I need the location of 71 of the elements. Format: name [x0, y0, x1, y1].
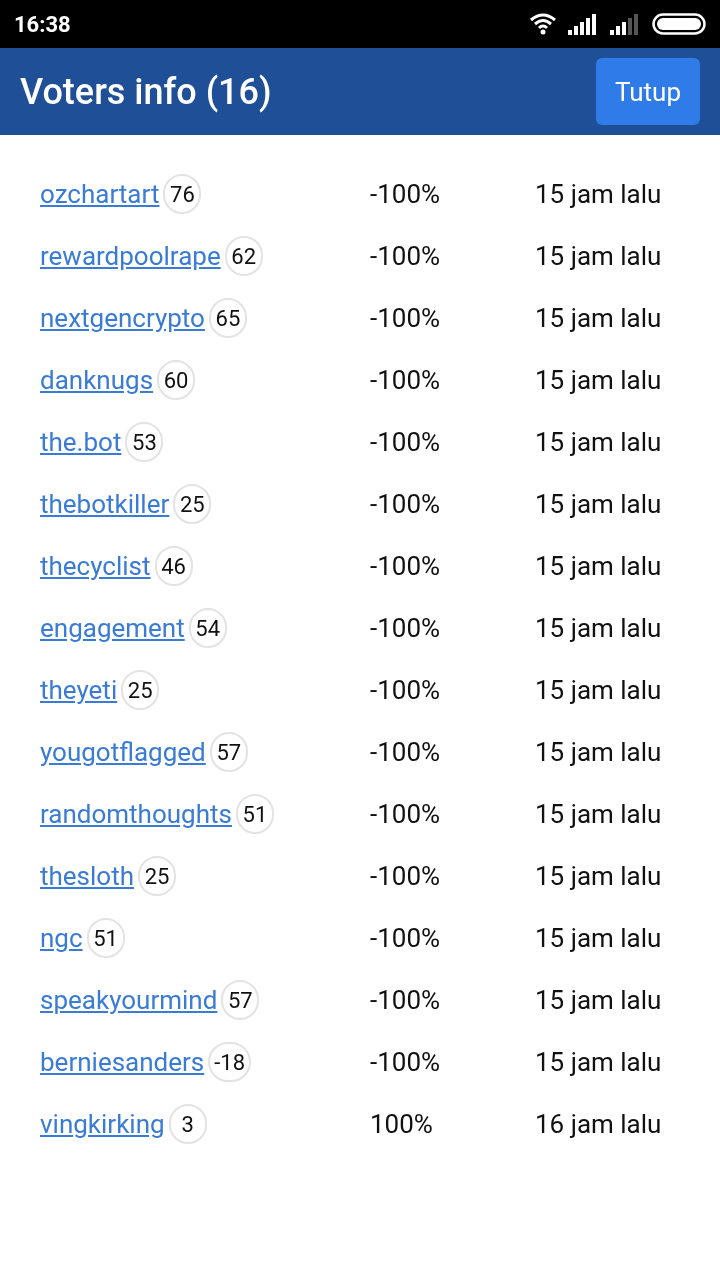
vote-percent: -100%	[370, 1047, 442, 1077]
vote-time: 15 jam lalu	[535, 365, 662, 395]
reputation-badge: 57	[221, 980, 260, 1020]
vote-percent: -100%	[370, 489, 442, 519]
reputation-badge: 3	[168, 1104, 207, 1144]
wifi-icon	[530, 13, 556, 35]
vote-percent: -100%	[370, 613, 442, 643]
vote-time: 15 jam lalu	[535, 241, 662, 271]
reputation-badge: -18	[208, 1042, 252, 1082]
reputation-badge: 51	[86, 918, 125, 958]
voter-link[interactable]: the.bot	[40, 427, 122, 457]
vote-percent: -100%	[370, 241, 442, 271]
reputation-badge: 76	[163, 174, 202, 214]
vote-time: 15 jam lalu	[535, 675, 662, 705]
reputation-badge: 51	[235, 794, 274, 834]
vote-percent: -100%	[370, 179, 442, 209]
vote-time: 15 jam lalu	[535, 1047, 662, 1077]
vote-time: 15 jam lalu	[535, 427, 662, 457]
voter-link[interactable]: thesloth	[40, 861, 134, 891]
close-button[interactable]: Tutup	[596, 58, 700, 125]
voter-link[interactable]: rewardpoolrape	[40, 241, 221, 271]
voter-link[interactable]: vingkirking	[40, 1109, 165, 1139]
vote-percent: -100%	[370, 861, 442, 891]
signal-icon	[610, 13, 640, 35]
voter-link[interactable]: thebotkiller	[40, 489, 170, 519]
vote-time: 15 jam lalu	[535, 861, 662, 891]
reputation-badge: 53	[125, 422, 164, 462]
vote-time: 15 jam lalu	[535, 179, 662, 209]
voter-link[interactable]: ngc	[40, 923, 83, 953]
voter-link[interactable]: theyeti	[40, 675, 118, 705]
voter-link[interactable]: nextgencrypto	[40, 303, 205, 333]
voter-link[interactable]: yougotflagged	[40, 737, 206, 767]
reputation-badge: 62	[224, 236, 263, 276]
reputation-badge: 65	[208, 298, 247, 338]
reputation-badge: 25	[121, 670, 160, 710]
voter-link[interactable]: berniesanders	[40, 1047, 205, 1077]
reputation-badge: 54	[188, 608, 227, 648]
voter-link[interactable]: engagement	[40, 613, 185, 643]
vote-time: 16 jam lalu	[535, 1109, 662, 1139]
vote-percent: -100%	[370, 923, 442, 953]
vote-percent: -100%	[370, 303, 442, 333]
vote-time: 15 jam lalu	[535, 799, 662, 829]
signal-icon	[568, 13, 598, 35]
vote-percent: -100%	[370, 365, 442, 395]
status-time: 16:38	[14, 11, 71, 37]
voter-link[interactable]: danknugs	[40, 365, 154, 395]
dialog-title: Voters info (16)	[20, 70, 272, 113]
vote-percent: -100%	[370, 985, 442, 1015]
reputation-badge: 25	[138, 856, 176, 896]
voter-link[interactable]: ozchartart	[40, 179, 160, 209]
vote-percent: -100%	[370, 737, 442, 767]
vote-time: 15 jam lalu	[535, 613, 662, 643]
vote-time: 15 jam lalu	[535, 737, 662, 767]
voter-link[interactable]: thecyclist	[40, 551, 151, 581]
vote-time: 15 jam lalu	[535, 923, 662, 953]
vote-percent: -100%	[370, 675, 442, 705]
reputation-badge: 57	[209, 732, 248, 772]
vote-time: 15 jam lalu	[535, 551, 662, 581]
reputation-badge: 60	[157, 360, 196, 400]
vote-percent: -100%	[370, 799, 442, 829]
vote-percent: -100%	[370, 551, 442, 581]
battery-icon	[652, 13, 706, 35]
reputation-badge: 46	[154, 546, 193, 586]
vote-percent: -100%	[370, 427, 442, 457]
vote-percent: 100%	[370, 1109, 434, 1139]
voter-link[interactable]: speakyourmind	[40, 985, 218, 1015]
vote-time: 15 jam lalu	[535, 303, 662, 333]
voter-link[interactable]: randomthoughts	[40, 799, 232, 829]
vote-time: 15 jam lalu	[535, 985, 662, 1015]
reputation-badge: 25	[173, 484, 212, 524]
vote-time: 15 jam lalu	[535, 489, 662, 519]
